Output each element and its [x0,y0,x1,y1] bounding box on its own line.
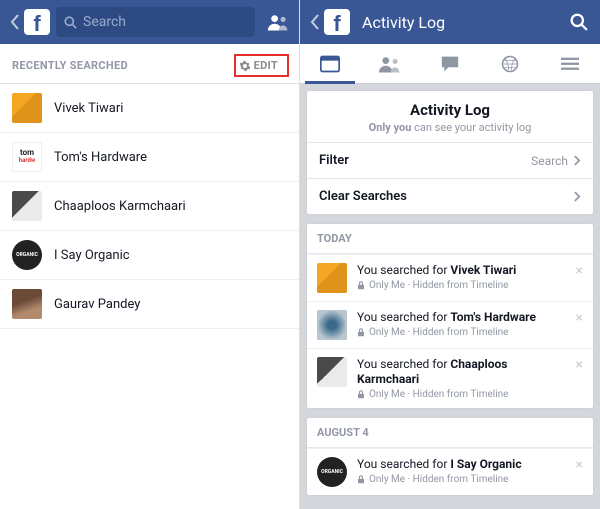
activity-scroll[interactable]: Activity Log Only you can see your activ… [300,84,600,509]
activity-meta: Only Me · Hidden from Timeline [357,389,570,400]
activity-item[interactable]: ORGANIC You searched for I Say Organic On… [307,448,593,495]
tab-notifications[interactable] [480,44,540,83]
dismiss-icon[interactable]: × [570,457,583,473]
search-panel: f Search RECENTLY SEARCHED EDIT Vivek Ti… [0,0,300,509]
activity-text: You searched for Vivek Tiwari [357,263,570,278]
search-result-name: Gaurav Pandey [54,297,140,312]
avatar [317,263,347,293]
activity-header-card: Activity Log Only you can see your activ… [306,90,594,215]
search-icon [64,16,77,29]
activity-section: TODAYYou searched for Vivek Tiwari Only … [306,223,594,409]
card-title: Activity Log [315,101,585,119]
clear-searches-row[interactable]: Clear Searches [307,178,593,214]
card-subtitle: Only you can see your activity log [315,121,585,134]
dismiss-icon[interactable]: × [570,357,583,373]
lock-icon [357,475,365,484]
back-icon[interactable] [6,14,24,30]
activity-log-panel: f Activity Log Activity Log Only you can… [300,0,600,509]
activity-meta: Only Me · Hidden from Timeline [357,280,570,291]
activity-item[interactable]: You searched for Vivek Tiwari Only Me · … [307,254,593,301]
search-result-name: Chaaploos Karmchaari [54,199,186,214]
list-item[interactable]: Chaaploos Karmchaari [0,182,299,231]
page-title: Activity Log [362,13,564,32]
avatar: ORGANIC [317,457,347,487]
edit-label: EDIT [254,59,278,72]
tab-menu[interactable] [540,44,600,83]
activity-meta: Only Me · Hidden from Timeline [357,474,570,485]
lock-icon [357,328,365,337]
search-result-name: Tom's Hardware [54,150,147,165]
tab-friends[interactable] [360,44,420,83]
activity-item[interactable]: You searched for Tom's Hardware Only Me … [307,301,593,348]
list-item[interactable]: tomhardw Tom's Hardware [0,133,299,182]
clear-label: Clear Searches [319,189,407,204]
search-input[interactable]: Search [56,7,255,37]
dismiss-icon[interactable]: × [570,263,583,279]
facebook-logo-icon[interactable]: f [324,9,350,35]
search-icon[interactable] [564,13,594,31]
tabbar [300,44,600,84]
tab-feed[interactable] [300,44,360,83]
avatar [317,357,347,387]
lock-icon [357,390,365,399]
search-result-name: Vivek Tiwari [54,101,123,116]
avatar [12,191,42,221]
activity-text: You searched for Chaaploos Karmchaari [357,357,570,387]
tab-messages[interactable] [420,44,480,83]
edit-button[interactable]: EDIT [234,54,289,77]
filter-value: Search [531,154,568,168]
chevron-right-icon [574,191,581,202]
facebook-logo-icon[interactable]: f [24,9,50,35]
avatar [317,310,347,340]
friend-request-icon[interactable] [263,13,293,31]
activity-text: You searched for I Say Organic [357,457,570,472]
recent-search-list: Vivek Tiwari tomhardw Tom's Hardware Chaapl… [0,84,299,329]
avatar: ORGANIC [12,240,42,270]
section-date-label: AUGUST 4 [307,418,593,448]
avatar: tomhardw [12,142,42,172]
avatar [12,289,42,319]
chevron-right-icon [574,155,581,166]
left-topbar: f Search [0,0,299,44]
right-topbar: f Activity Log [300,0,600,44]
dismiss-icon[interactable]: × [570,310,583,326]
section-date-label: TODAY [307,224,593,254]
section-label: RECENTLY SEARCHED [12,59,128,72]
list-item[interactable]: Vivek Tiwari [0,84,299,133]
filter-label: Filter [319,153,349,168]
activity-item[interactable]: You searched for Chaaploos Karmchaari On… [307,348,593,408]
activity-section: AUGUST 4 ORGANIC You searched for I Say Or… [306,417,594,496]
search-result-name: I Say Organic [54,248,130,263]
list-item[interactable]: Gaurav Pandey [0,280,299,329]
search-placeholder: Search [83,14,126,30]
filter-row[interactable]: Filter Search [307,142,593,178]
lock-icon [357,281,365,290]
activity-meta: Only Me · Hidden from Timeline [357,327,570,338]
avatar [12,93,42,123]
list-item[interactable]: ORGANIC I Say Organic [0,231,299,280]
recently-searched-header: RECENTLY SEARCHED EDIT [0,44,299,83]
activity-text: You searched for Tom's Hardware [357,310,570,325]
back-icon[interactable] [306,14,324,30]
gear-icon [239,60,251,72]
